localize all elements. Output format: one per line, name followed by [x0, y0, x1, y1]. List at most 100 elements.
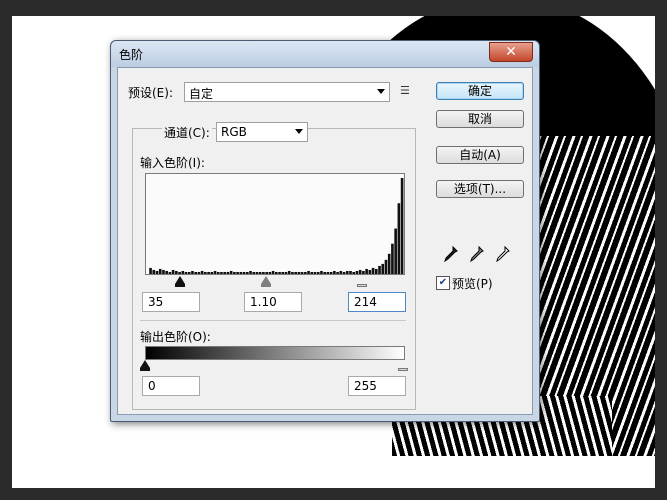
histogram-bar: [278, 271, 281, 274]
histogram-bar: [342, 271, 346, 274]
channel-select[interactable]: RGB: [216, 122, 308, 142]
histogram-bar: [271, 270, 275, 274]
histogram-bar: [352, 271, 356, 274]
histogram-bar: [204, 271, 207, 274]
input-levels-label: 输入色阶(I):: [140, 156, 205, 170]
histogram-bar: [268, 271, 272, 274]
histogram-bar: [249, 270, 252, 274]
histogram-bar: [355, 270, 359, 274]
histogram-bar: [284, 271, 288, 274]
histogram-bar: [252, 271, 256, 274]
histogram-bar: [220, 271, 223, 274]
histogram-bar: [165, 270, 168, 274]
histogram-bar: [245, 271, 249, 274]
histogram-bar: [275, 271, 278, 274]
channel-value: RGB: [221, 125, 247, 139]
histogram-bar: [374, 268, 378, 274]
histogram-bar: [162, 269, 165, 274]
output-black-field[interactable]: [142, 376, 200, 396]
histogram-bar: [391, 243, 394, 274]
histogram-bar: [258, 271, 262, 274]
histogram-bar: [329, 271, 333, 274]
histogram-bar: [365, 268, 368, 274]
histogram-bar: [181, 270, 185, 274]
histogram-bar: [226, 271, 230, 274]
histogram-bar: [378, 265, 381, 274]
levels-dialog: 色阶 ✕ 预设(E): 自定 ☰ 通道(C): RGB 输入色阶(I): 35 …: [110, 40, 540, 422]
histogram-bar: [194, 271, 198, 274]
close-button[interactable]: ✕: [489, 42, 533, 62]
histogram-bar: [358, 269, 362, 274]
histogram-bar: [323, 271, 327, 274]
output-levels-label: 输出色阶(O):: [140, 330, 211, 344]
chevron-down-icon: [295, 129, 303, 134]
histogram-bar: [168, 271, 172, 274]
title-bar[interactable]: 色阶 ✕: [111, 41, 539, 67]
histogram-bar: [287, 270, 291, 274]
histogram-bar: [262, 271, 265, 274]
histogram-bar: [152, 269, 156, 274]
list-menu-icon[interactable]: ☰: [400, 85, 414, 97]
histogram-bar: [307, 270, 310, 274]
histogram-bar: [333, 270, 336, 274]
close-icon: ✕: [505, 44, 517, 60]
histogram-bar: [371, 267, 375, 274]
input-black-field[interactable]: [142, 292, 200, 312]
ok-button[interactable]: 确定: [436, 82, 524, 100]
histogram-bar: [300, 271, 304, 274]
histogram-bar: [336, 271, 339, 274]
histogram-bar: [400, 178, 404, 274]
input-gamma-slider[interactable]: [261, 276, 272, 287]
options-button[interactable]: 选项(T)...: [436, 180, 524, 198]
output-white-slider[interactable]: [398, 360, 408, 371]
histogram-bar: [200, 270, 204, 274]
histogram-bar: [384, 259, 388, 274]
cancel-button[interactable]: 取消: [436, 110, 524, 128]
preview-checkbox[interactable]: ✔: [436, 276, 450, 290]
histogram-bar: [233, 271, 236, 274]
checkmark-icon: ✔: [438, 277, 448, 288]
histogram-bar: [394, 228, 397, 274]
histogram-bar: [310, 271, 314, 274]
black-eyedropper-icon[interactable]: [444, 245, 458, 263]
dialog-body: 预设(E): 自定 ☰ 通道(C): RGB 输入色阶(I): 输出色阶(O):: [117, 67, 533, 415]
histogram-bar: [149, 267, 152, 274]
histogram-bar: [368, 269, 372, 274]
histogram-bar: [207, 271, 210, 274]
preset-value: 自定: [189, 87, 214, 101]
white-eyedropper-icon[interactable]: [496, 245, 510, 263]
histogram-bar: [294, 271, 297, 274]
dialog-title: 色阶: [119, 48, 144, 62]
histogram-bar: [362, 270, 365, 274]
histogram-bar: [281, 271, 285, 274]
histogram-bar: [316, 271, 320, 274]
histogram-bar: [197, 271, 201, 274]
input-black-slider[interactable]: [175, 276, 186, 287]
histogram-bar: [387, 253, 391, 274]
histogram-bar: [381, 263, 385, 274]
histogram-bar: [158, 268, 162, 274]
input-gamma-field[interactable]: [244, 292, 302, 312]
histogram-bar: [171, 269, 175, 274]
input-white-slider[interactable]: [356, 276, 367, 287]
histogram-bar: [313, 271, 317, 274]
histogram-bar: [397, 203, 401, 274]
preview-label[interactable]: 预览(P): [452, 275, 493, 292]
output-gradient-bar: [145, 346, 405, 360]
auto-button[interactable]: 自动(A): [436, 146, 524, 164]
histogram-bar: [175, 270, 178, 274]
histogram-bar: [326, 271, 330, 274]
histogram-bar: [265, 271, 268, 274]
histogram-bar: [291, 271, 294, 274]
histogram-bar: [213, 270, 217, 274]
output-white-field[interactable]: [348, 376, 406, 396]
gray-eyedropper-icon[interactable]: [470, 245, 484, 263]
preset-select[interactable]: 自定: [184, 82, 390, 102]
channel-label: 通道(C):: [162, 124, 212, 141]
histogram-bar: [255, 271, 259, 274]
input-white-field[interactable]: [348, 292, 406, 312]
histogram-bar: [304, 271, 307, 274]
preset-label: 预设(E):: [128, 86, 173, 100]
output-black-slider[interactable]: [140, 360, 150, 371]
histogram-bar: [216, 271, 220, 274]
